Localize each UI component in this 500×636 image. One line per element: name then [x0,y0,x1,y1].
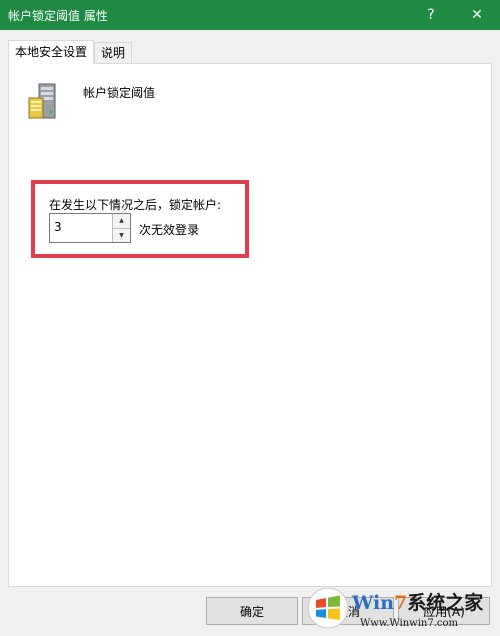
tab-panel: 帐户锁定阈值 在发生以下情况之后，锁定帐户: 3 ▲ ▼ 次无效登录 [8,63,492,587]
title-bar: 帐户锁定阈值 属性 ? ✕ [0,0,500,30]
invalid-logon-label: 次无效登录 [139,223,200,237]
windows-logo-icon [307,587,349,629]
threshold-input[interactable]: 3 [50,214,112,242]
window-title: 帐户锁定阈值 属性 [8,8,108,23]
stepper-arrows: ▲ ▼ [112,214,130,242]
threshold-stepper[interactable]: 3 ▲ ▼ [49,213,131,243]
help-button[interactable]: ? [408,0,454,30]
watermark-url: Www.Winwin7.com [360,618,458,629]
server-icon [28,83,56,119]
tab-explain[interactable]: 说明 [94,42,133,64]
watermark-brand: Win7系统之家 [352,592,484,614]
lock-after-label: 在发生以下情况之后，锁定帐户: [49,198,222,212]
ok-button[interactable]: 确定 [206,597,298,625]
watermark: Win7系统之家 Www.Winwin7.com [306,584,500,636]
tab-strip: 本地安全设置 说明 [8,40,133,64]
policy-name: 帐户锁定阈值 [83,86,156,100]
stepper-up-icon[interactable]: ▲ [113,214,130,228]
close-button[interactable]: ✕ [454,0,500,30]
tab-local-security-setting[interactable]: 本地安全设置 [8,40,95,64]
stepper-down-icon[interactable]: ▼ [113,227,130,242]
